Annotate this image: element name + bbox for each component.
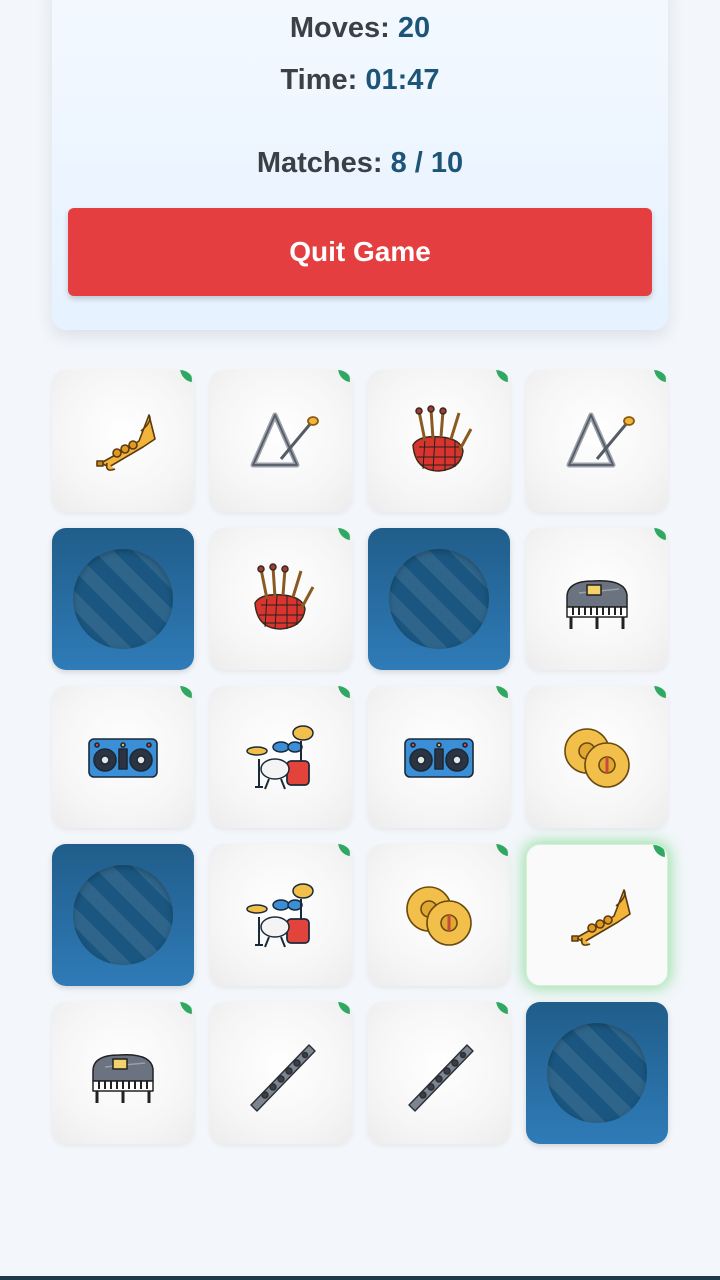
cymbals-icon bbox=[564, 728, 630, 788]
quit-game-button[interactable]: Quit Game bbox=[68, 208, 652, 296]
card-matched[interactable] bbox=[526, 528, 668, 670]
drum-kit-icon bbox=[246, 883, 314, 948]
card-matched[interactable] bbox=[210, 686, 352, 828]
matched-marker-icon bbox=[177, 370, 194, 383]
card-matched[interactable] bbox=[52, 1002, 194, 1144]
matches-label: Matches: bbox=[256, 147, 383, 179]
matched-marker-icon bbox=[335, 528, 352, 541]
time-label: Time: bbox=[280, 64, 358, 96]
card-matched[interactable] bbox=[368, 844, 510, 986]
matched-marker-icon bbox=[651, 370, 668, 383]
matches-value: 8 / 10 bbox=[390, 147, 464, 179]
cymbals-icon bbox=[406, 886, 472, 946]
matched-marker-icon bbox=[493, 844, 510, 857]
stats-panel: Moves: 20 Time: 01:47 Matches: 8 / 10 Qu… bbox=[52, 0, 668, 330]
grand-piano-icon bbox=[566, 580, 628, 629]
card-matched[interactable] bbox=[368, 686, 510, 828]
dj-controller-icon bbox=[404, 738, 474, 778]
card-matched[interactable] bbox=[368, 1002, 510, 1144]
flute-icon bbox=[408, 1044, 474, 1112]
bagpipes-icon bbox=[412, 405, 473, 472]
trumpet-icon bbox=[571, 889, 631, 946]
card-face-down[interactable] bbox=[52, 844, 194, 986]
matched-marker-icon bbox=[177, 686, 194, 699]
card-back-emblem bbox=[73, 865, 173, 965]
bottom-bar bbox=[0, 1276, 720, 1280]
card-matched[interactable] bbox=[52, 370, 194, 512]
moves-stat: Moves: 20 bbox=[52, 12, 668, 45]
grand-piano-icon bbox=[92, 1054, 154, 1103]
matched-marker-icon bbox=[493, 686, 510, 699]
card-back-emblem bbox=[547, 1023, 647, 1123]
card-face-down[interactable] bbox=[368, 528, 510, 670]
matched-marker-icon bbox=[651, 528, 668, 541]
matched-marker-icon bbox=[335, 370, 352, 383]
matched-marker-icon bbox=[493, 370, 510, 383]
moves-label: Moves: bbox=[289, 12, 390, 44]
card-back-emblem bbox=[73, 549, 173, 649]
drum-kit-icon bbox=[246, 725, 314, 790]
triangle-icon bbox=[250, 412, 319, 468]
matched-marker-icon bbox=[335, 686, 352, 699]
card-face-down[interactable] bbox=[52, 528, 194, 670]
card-matched[interactable] bbox=[210, 528, 352, 670]
matched-marker-icon bbox=[493, 1002, 510, 1015]
card-matched[interactable] bbox=[52, 686, 194, 828]
card-matched[interactable] bbox=[526, 370, 668, 512]
card-back-emblem bbox=[389, 549, 489, 649]
matched-marker-icon bbox=[177, 1002, 194, 1015]
card-matched[interactable] bbox=[526, 686, 668, 828]
card-matched[interactable] bbox=[210, 844, 352, 986]
trumpet-icon bbox=[96, 414, 156, 471]
matches-stat: Matches: 8 / 10 bbox=[52, 147, 668, 180]
card-face-down[interactable] bbox=[526, 1002, 668, 1144]
time-value: 01:47 bbox=[365, 64, 440, 96]
card-matched[interactable] bbox=[210, 1002, 352, 1144]
card-selected[interactable] bbox=[526, 844, 668, 986]
card-matched[interactable] bbox=[210, 370, 352, 512]
dj-controller-icon bbox=[88, 738, 158, 778]
matched-marker-icon bbox=[651, 686, 668, 699]
time-stat: Time: 01:47 bbox=[52, 64, 668, 97]
matched-marker-icon bbox=[650, 845, 667, 858]
triangle-icon bbox=[566, 412, 635, 468]
flute-icon bbox=[250, 1044, 316, 1112]
matched-marker-icon bbox=[335, 844, 352, 857]
moves-value: 20 bbox=[397, 12, 431, 44]
matched-marker-icon bbox=[335, 1002, 352, 1015]
bagpipes-icon bbox=[254, 563, 315, 630]
card-grid bbox=[52, 370, 668, 1144]
card-matched[interactable] bbox=[368, 370, 510, 512]
